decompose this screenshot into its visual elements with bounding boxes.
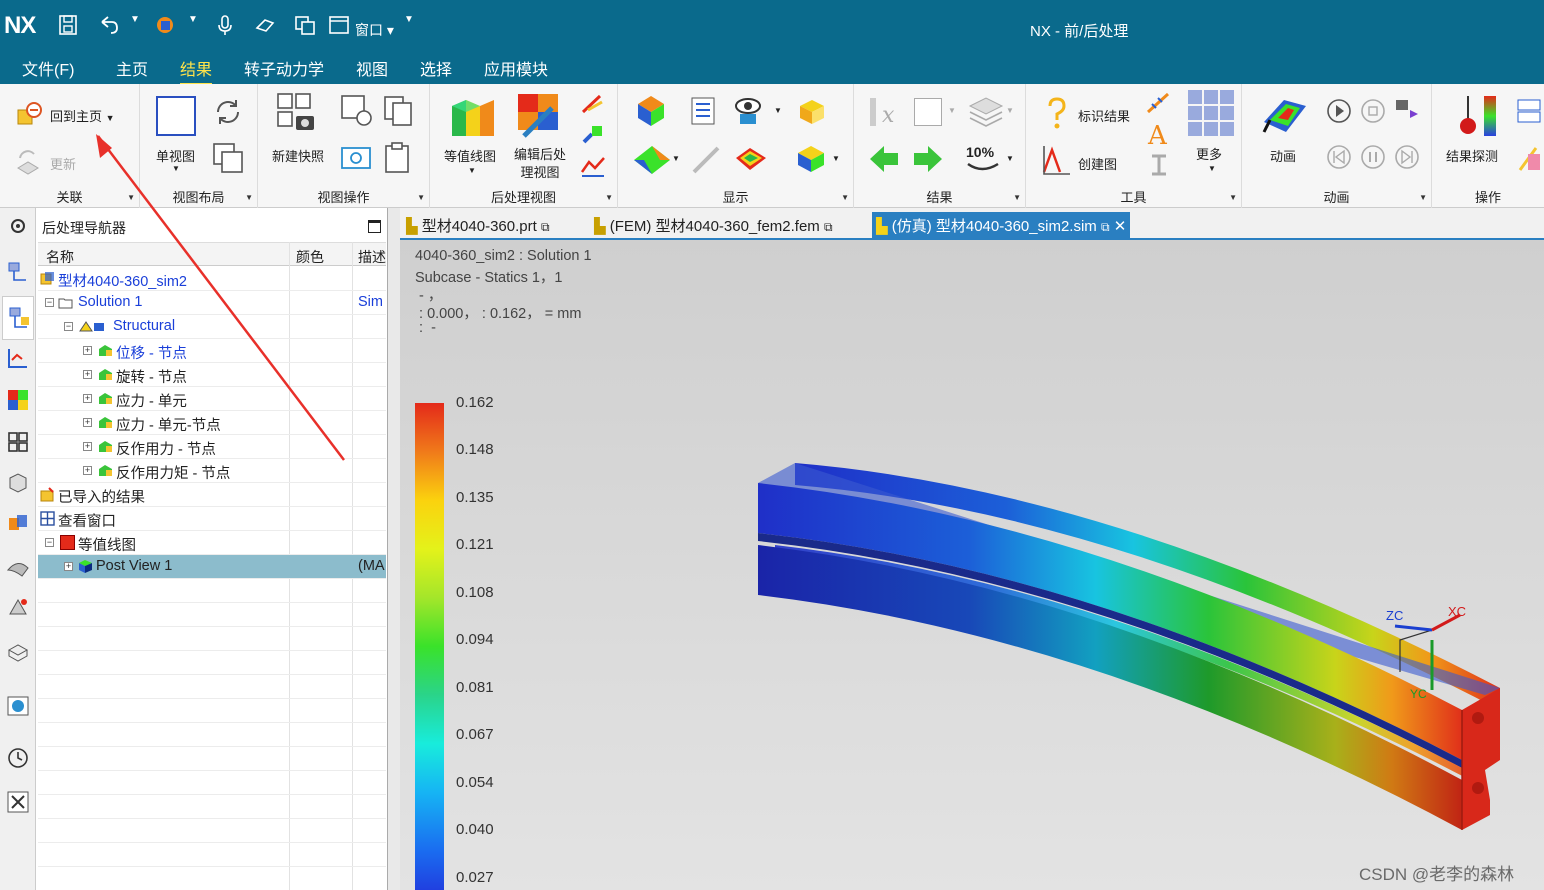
annotation-arrow — [96, 134, 345, 461]
watermark: CSDN @老李的森林 — [1359, 865, 1515, 884]
